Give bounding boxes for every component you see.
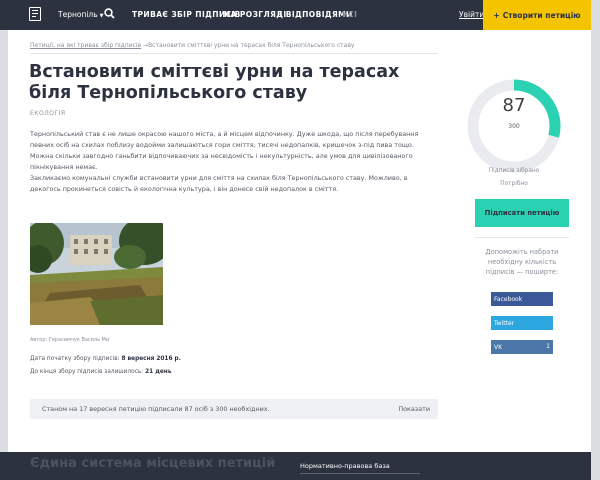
share-facebook-label: Facebook [494, 295, 523, 303]
breadcrumb: Петиції, на які триває збір підписів →Вс… [30, 42, 354, 49]
remaining-row: До кінця збору підписів залишилось: 21 д… [30, 369, 171, 375]
share-facebook-button[interactable]: Facebook [491, 292, 553, 306]
petition-photo[interactable] [30, 223, 163, 325]
start-date-row: Дата початку збору підписів: 8 вересня 2… [30, 356, 181, 362]
signature-status-bar: Станом на 17 вересня петицію підписали 8… [30, 399, 438, 419]
share-twitter-label: Twitter [494, 319, 515, 327]
top-navbar: Тернопіль ▼ Триває збір підписів На розгл… [0, 0, 600, 30]
city-selector[interactable]: Тернопіль ▼ [58, 10, 104, 19]
nav-all[interactable]: Усі [342, 10, 357, 19]
search-icon[interactable] [104, 8, 115, 19]
sign-petition-button[interactable]: Підписати петицію [475, 199, 569, 227]
share-twitter-button[interactable]: Twitter [491, 316, 553, 330]
divider [30, 53, 438, 54]
collected-label: Підписів зібрано [488, 168, 540, 174]
remaining-value: 21 день [145, 369, 172, 375]
status-text: Станом на 17 вересня петицію підписали 8… [42, 405, 270, 413]
page-gutter [591, 0, 600, 480]
description-paragraph: Тернопільський став є не лише окрасою на… [30, 130, 419, 171]
plus-icon: + [493, 10, 500, 20]
share-vk-button[interactable]: VK 1 [491, 340, 553, 354]
category-tag[interactable]: Екологія [30, 110, 66, 117]
create-petition-label: Створити петицію [502, 10, 581, 20]
create-petition-button[interactable]: + Створити петицію [483, 0, 591, 30]
footer-legal-link[interactable]: Нормативно-правова база [300, 462, 390, 470]
start-date-value: 8 вересня 2016 р. [121, 356, 181, 362]
photo-author: Автор: Герасимчук Василь Ми [30, 337, 110, 343]
share-vk-count: 1 [546, 343, 550, 350]
signature-count: 87 [502, 95, 526, 116]
breadcrumb-parent[interactable]: Петиції, на які триває збір підписів [30, 42, 141, 49]
petition-card: Петиції, на які триває збір підписів →Вс… [8, 30, 591, 452]
footer-divider [300, 473, 420, 474]
needed-label: Потрібно [500, 181, 528, 187]
required-count: 300 [508, 123, 520, 130]
start-date-label: Дата початку збору підписів: [30, 356, 120, 362]
login-link[interactable]: Увійти [459, 10, 484, 19]
show-signers-link[interactable]: Показати [398, 405, 430, 413]
divider [475, 237, 569, 238]
share-vk-label: VK [494, 343, 503, 351]
breadcrumb-current: Встановити сміттєві урни на терасах біля… [148, 42, 355, 49]
description-paragraph: Закликаємо комунальні служби встановити … [30, 174, 408, 193]
petition-description: Тернопільський став є не лише окрасою на… [30, 129, 422, 195]
city-label: Тернопіль [58, 10, 98, 19]
footer-title: Єдина система місцевих петицій [30, 456, 276, 471]
logo-icon[interactable] [29, 7, 41, 21]
chevron-down-icon: ▼ [99, 13, 104, 19]
share-help-text: Допоможіть набрати необхідну кількість п… [485, 248, 559, 276]
page-title: Встановити сміттєві урни на терасах біля… [29, 62, 400, 103]
remaining-label: До кінця збору підписів залишилось: [30, 369, 144, 375]
